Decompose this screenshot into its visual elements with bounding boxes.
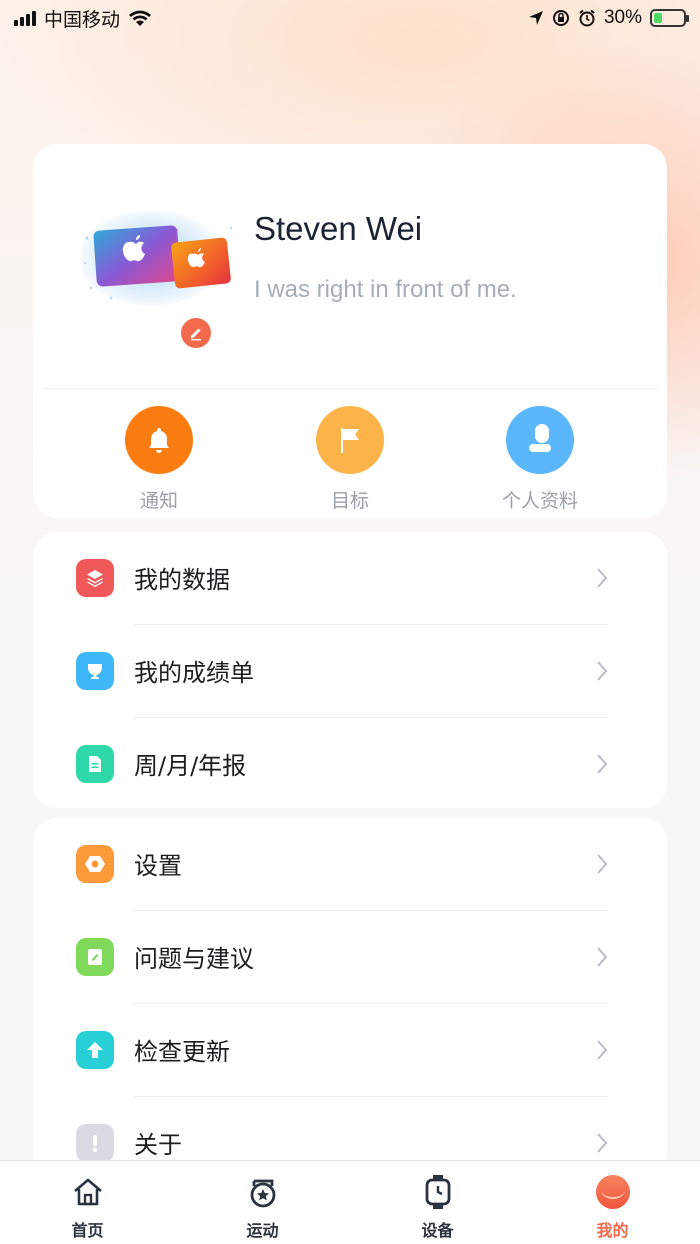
divider <box>43 388 657 389</box>
menu-item-label: 问题与建议 <box>134 945 254 973</box>
profile-circle-icon <box>594 1173 632 1211</box>
document-icon <box>76 745 114 783</box>
chevron-right-icon <box>597 947 608 967</box>
hexagon-gear-icon <box>76 845 114 883</box>
tab-home[interactable]: 首页 <box>0 1161 175 1244</box>
quick-action-label: 个人资料 <box>501 490 578 512</box>
tab-sport[interactable]: 运动 <box>175 1161 350 1244</box>
profile-card: Steven Wei I was right in front of me. 通… <box>33 144 667 518</box>
quick-action-label: 通知 <box>139 490 178 512</box>
menu-group-data: 我的数据 我的成绩单 周/月/年报 <box>33 532 667 808</box>
quick-action-profile[interactable]: 个人资料 <box>480 406 600 513</box>
menu-group-settings: 设置 问题与建议 检查更新 关于 <box>33 818 667 1178</box>
menu-item-label: 设置 <box>134 852 182 880</box>
tab-label: 首页 <box>71 1221 104 1240</box>
location-arrow-icon <box>528 11 543 25</box>
flag-icon <box>316 406 384 474</box>
menu-item-label: 周/月/年报 <box>134 752 247 780</box>
menu-item-label: 我的成绩单 <box>134 659 254 687</box>
quick-action-goals[interactable]: 目标 <box>290 406 410 513</box>
menu-item-label: 关于 <box>134 1131 182 1159</box>
arrow-up-icon <box>76 1031 114 1069</box>
menu-item-label: 检查更新 <box>134 1038 230 1066</box>
sport-star-icon <box>244 1173 282 1211</box>
chevron-right-icon <box>597 661 608 681</box>
alarm-icon <box>579 9 595 27</box>
user-bio: I was right in front of me. <box>254 276 517 303</box>
wifi-icon <box>129 10 152 26</box>
layers-icon <box>76 559 114 597</box>
chevron-right-icon <box>597 854 608 874</box>
tab-label: 运动 <box>246 1221 279 1240</box>
bell-icon <box>125 406 193 474</box>
avatar[interactable] <box>81 208 241 318</box>
home-icon <box>69 1173 107 1211</box>
status-bar: 中国移动 30% <box>0 0 700 36</box>
tab-device[interactable]: 设备 <box>350 1161 525 1244</box>
exclamation-icon <box>76 1124 114 1162</box>
chevron-right-icon <box>597 1133 608 1153</box>
watch-icon <box>419 1173 457 1211</box>
menu-item-my-transcript[interactable]: 我的成绩单 <box>33 625 667 718</box>
battery-icon <box>650 9 689 27</box>
chevron-right-icon <box>597 1040 608 1060</box>
pencil-icon <box>191 328 201 341</box>
chevron-right-icon <box>597 568 608 588</box>
quick-action-notifications[interactable]: 通知 <box>99 406 219 513</box>
menu-item-feedback[interactable]: 问题与建议 <box>33 911 667 1004</box>
tab-bar: 首页 运动 设备 我的 <box>0 1160 700 1244</box>
battery-percent: 30% <box>603 7 642 28</box>
carrier-label: 中国移动 <box>44 9 121 31</box>
menu-item-reports[interactable]: 周/月/年报 <box>33 718 667 811</box>
tab-label: 我的 <box>596 1221 629 1240</box>
tab-mine[interactable]: 我的 <box>525 1161 700 1244</box>
edit-avatar-button[interactable] <box>181 318 211 348</box>
note-edit-icon <box>76 938 114 976</box>
menu-item-settings[interactable]: 设置 <box>33 818 667 911</box>
quick-action-label: 目标 <box>330 490 369 512</box>
rotation-lock-icon <box>552 10 569 26</box>
user-name: Steven Wei <box>254 210 423 247</box>
signal-icon <box>14 10 36 26</box>
menu-item-check-update[interactable]: 检查更新 <box>33 1004 667 1097</box>
tab-label: 设备 <box>421 1221 454 1240</box>
menu-item-my-data[interactable]: 我的数据 <box>33 532 667 625</box>
menu-item-label: 我的数据 <box>134 566 230 594</box>
chevron-right-icon <box>597 754 608 774</box>
trophy-icon <box>76 652 114 690</box>
person-icon <box>506 406 574 474</box>
